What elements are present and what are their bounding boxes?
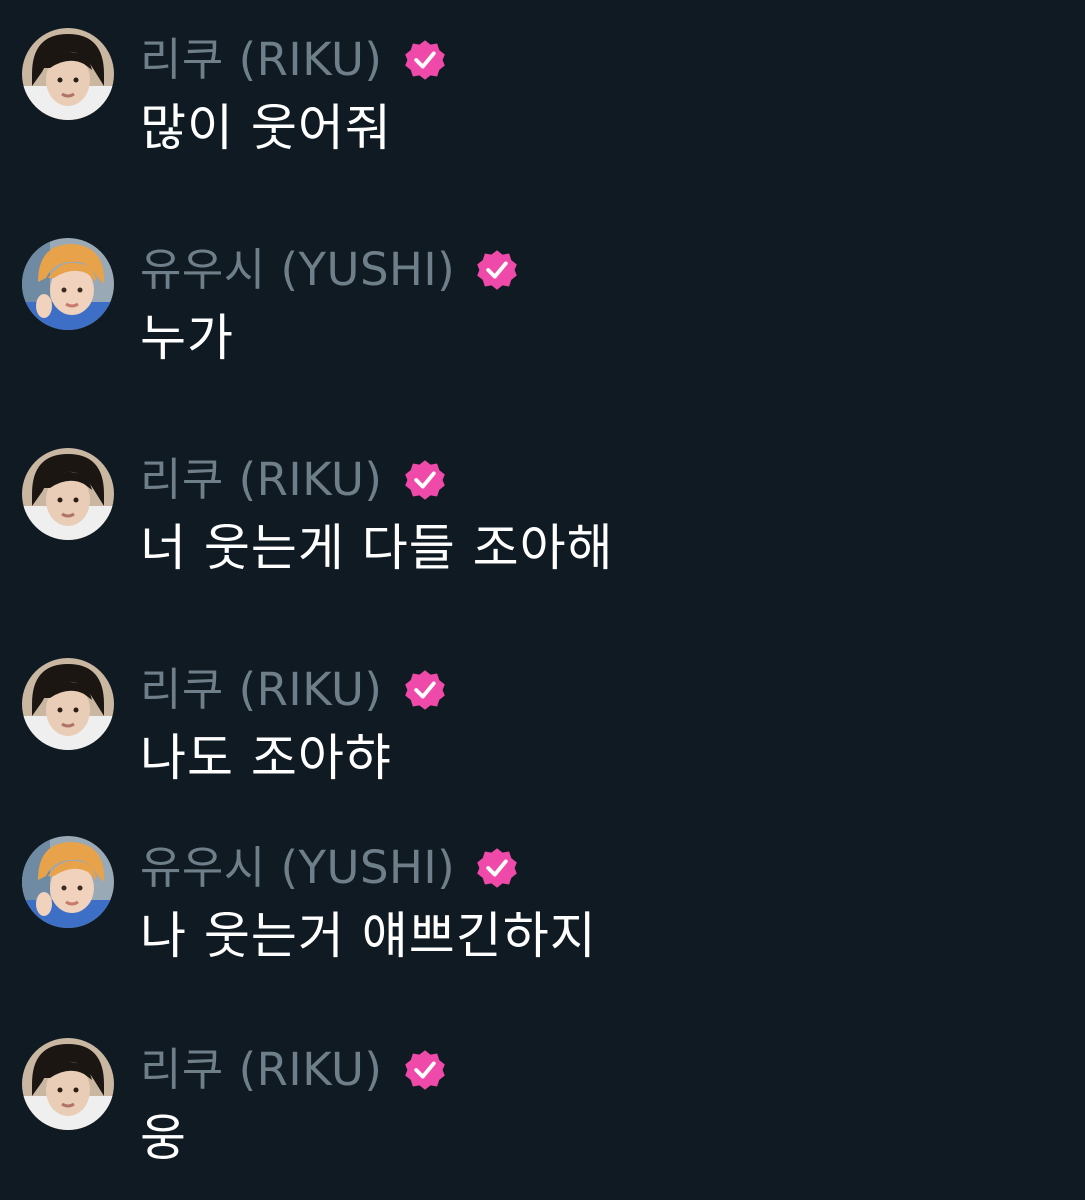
message-item: 유우시 (YUSHI) 누가 xyxy=(22,238,1062,378)
message-item: 리쿠 (RIKU) 너 웃는게 다들 조아해 xyxy=(22,448,1062,588)
message-item: 리쿠 (RIKU) 웅 xyxy=(22,1038,1062,1178)
avatar-riku[interactable] xyxy=(22,448,114,540)
verified-badge-icon xyxy=(404,1050,445,1090)
author-row: 리쿠 (RIKU) xyxy=(140,34,447,86)
message-text: 웅 xyxy=(140,1109,187,1167)
author-row: 리쿠 (RIKU) xyxy=(140,454,447,506)
avatar-riku[interactable] xyxy=(22,1038,114,1130)
author-name[interactable]: 유우시 (YUSHI) xyxy=(140,842,455,894)
author-row: 리쿠 (RIKU) xyxy=(140,1044,447,1096)
message-text: 누가 xyxy=(140,309,234,367)
author-row: 리쿠 (RIKU) xyxy=(140,664,447,716)
avatar-riku[interactable] xyxy=(22,658,114,750)
verified-badge-icon xyxy=(404,460,445,500)
avatar-yushi[interactable] xyxy=(22,836,114,928)
author-row: 유우시 (YUSHI) xyxy=(140,842,519,894)
author-name[interactable]: 리쿠 (RIKU) xyxy=(140,454,383,506)
message-text: 너 웃는게 다들 조아해 xyxy=(140,519,614,577)
verified-badge-icon xyxy=(477,848,518,888)
author-name[interactable]: 리쿠 (RIKU) xyxy=(140,664,383,716)
verified-badge-icon xyxy=(404,670,445,710)
author-name[interactable]: 리쿠 (RIKU) xyxy=(140,1044,383,1096)
message-text: 나도 조아햐 xyxy=(140,729,392,787)
message-item: 리쿠 (RIKU) 많이 웃어줘 xyxy=(22,28,1062,168)
verified-badge-icon xyxy=(477,250,518,290)
verified-badge-icon xyxy=(404,40,445,80)
message-text: 많이 웃어줘 xyxy=(140,99,392,157)
message-text: 나 웃는거 얘쁘긴하지 xyxy=(140,907,597,965)
message-item: 유우시 (YUSHI) 나 웃는거 얘쁘긴하지 xyxy=(22,836,1062,976)
author-row: 유우시 (YUSHI) xyxy=(140,244,519,296)
avatar-yushi[interactable] xyxy=(22,238,114,330)
author-name[interactable]: 리쿠 (RIKU) xyxy=(140,34,383,86)
avatar-riku[interactable] xyxy=(22,28,114,120)
author-name[interactable]: 유우시 (YUSHI) xyxy=(140,244,455,296)
message-item: 리쿠 (RIKU) 나도 조아햐 xyxy=(22,658,1062,798)
